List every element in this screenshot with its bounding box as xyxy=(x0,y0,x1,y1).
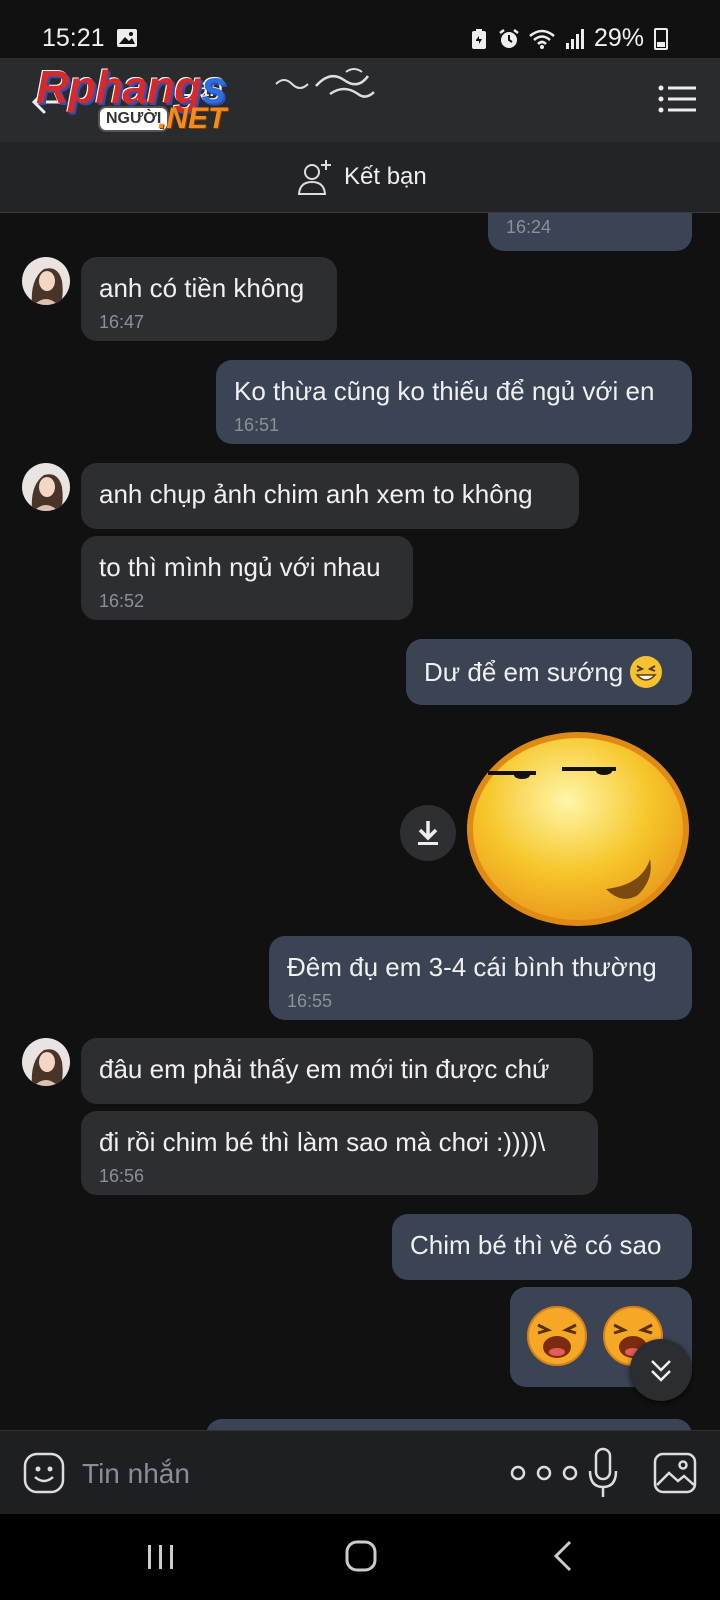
message-bubble-incoming[interactable]: đi rồi chim bé thì làm sao mà chơi :))))… xyxy=(81,1111,598,1195)
message-time: 16:24 xyxy=(506,217,552,237)
message-bubble-outgoing[interactable]: Dư để em sướng xyxy=(406,639,692,705)
double-chevron-down-icon xyxy=(651,1360,671,1382)
system-nav-bar xyxy=(0,1514,720,1600)
message-input[interactable] xyxy=(80,1451,464,1497)
message-bubble-outgoing[interactable] xyxy=(206,1419,692,1430)
message-bubble-incoming[interactable]: anh có tiền không 16:47 xyxy=(81,257,337,341)
message-text: đâu em phải thấy em mới tin được chứ xyxy=(99,1054,550,1084)
message-bubble-incoming[interactable]: to thì mình ngủ với nhau 16:52 xyxy=(81,536,413,620)
chat-header: Lan Rphangs NGƯỜI .NET xyxy=(0,58,720,142)
battery-icon xyxy=(654,27,668,50)
emoji-icon[interactable] xyxy=(22,1451,66,1495)
message-time: 16:47 xyxy=(99,312,145,332)
avatar-photo xyxy=(22,1038,70,1086)
decorative-swirl-icon xyxy=(275,68,375,98)
message-bubble-incoming[interactable]: anh chụp ảnh chim anh xem to không xyxy=(81,463,579,529)
home-icon[interactable] xyxy=(344,1538,378,1574)
grinning-squint-emoji xyxy=(630,656,663,688)
message-text: đi rồi chim bé thì làm sao mà chơi :))))… xyxy=(99,1127,546,1157)
microphone-icon[interactable] xyxy=(586,1447,620,1499)
message-time: 16:51 xyxy=(234,415,280,435)
add-friend-icon xyxy=(297,160,331,195)
contact-avatar[interactable] xyxy=(22,1038,70,1086)
battery-percent: 29% xyxy=(593,24,644,52)
download-sticker-button[interactable] xyxy=(400,805,456,861)
message-bubble-outgoing[interactable]: 16:24 xyxy=(488,213,692,251)
watermark-suffix: .NET xyxy=(158,102,227,135)
message-bubble-outgoing[interactable]: Chim bé thì về có sao xyxy=(392,1214,692,1280)
status-time: 15:21 xyxy=(42,24,105,52)
message-text: to thì mình ngủ với nhau xyxy=(99,552,381,582)
wifi-icon xyxy=(529,29,555,49)
status-bar: 15:21 29% xyxy=(0,0,720,58)
message-bubble-outgoing[interactable]: Đêm đụ em 3-4 cái bình thường 16:55 xyxy=(269,936,692,1020)
message-time: 16:55 xyxy=(287,991,333,1011)
recents-icon[interactable] xyxy=(146,1542,176,1572)
status-icons: 29% xyxy=(468,24,668,53)
watermark-logo: Rphangs NGƯỜI .NET xyxy=(36,60,256,136)
smirk-face-sticker[interactable] xyxy=(466,729,690,929)
scroll-to-bottom-button[interactable] xyxy=(630,1339,692,1401)
message-bubble-outgoing[interactable]: Ko thừa cũng ko thiếu để ngủ với en 16:5… xyxy=(216,360,692,444)
signal-icon xyxy=(565,28,584,49)
add-friend-button[interactable]: Kết bạn xyxy=(296,158,427,196)
more-dots-icon[interactable] xyxy=(506,1461,582,1485)
message-text: anh chụp ảnh chim anh xem to không xyxy=(99,479,533,509)
message-text: Đêm đụ em 3-4 cái bình thường xyxy=(287,952,657,982)
message-bubble-incoming[interactable]: đâu em phải thấy em mới tin được chứ xyxy=(81,1038,593,1104)
message-time: 16:52 xyxy=(99,591,145,611)
message-text: anh có tiền không xyxy=(99,273,305,303)
contact-avatar[interactable] xyxy=(22,257,70,305)
menu-list-icon[interactable] xyxy=(658,84,696,114)
avatar-photo xyxy=(22,257,70,305)
message-text: Dư để em sướng xyxy=(424,656,624,687)
back-icon[interactable] xyxy=(550,1538,574,1574)
message-time: 16:56 xyxy=(99,1166,145,1186)
add-friend-bar: Kết bạn xyxy=(0,142,720,213)
gallery-icon xyxy=(117,29,137,47)
message-input-bar xyxy=(0,1430,720,1515)
message-text: Ko thừa cũng ko thiếu để ngủ với en xyxy=(234,376,655,406)
contact-avatar[interactable] xyxy=(22,463,70,511)
avatar-photo xyxy=(22,463,70,511)
add-friend-label: Kết bạn xyxy=(344,163,427,190)
download-icon xyxy=(418,821,438,845)
laughing-face-emoji xyxy=(527,1306,587,1366)
message-list[interactable]: 16:24 anh có tiền không 16:47 Ko thừa cũ… xyxy=(0,213,720,1430)
message-text: Chim bé thì về có sao xyxy=(410,1230,662,1260)
alarm-icon xyxy=(499,28,519,48)
image-icon[interactable] xyxy=(652,1451,698,1495)
battery-saver-icon xyxy=(471,28,486,49)
